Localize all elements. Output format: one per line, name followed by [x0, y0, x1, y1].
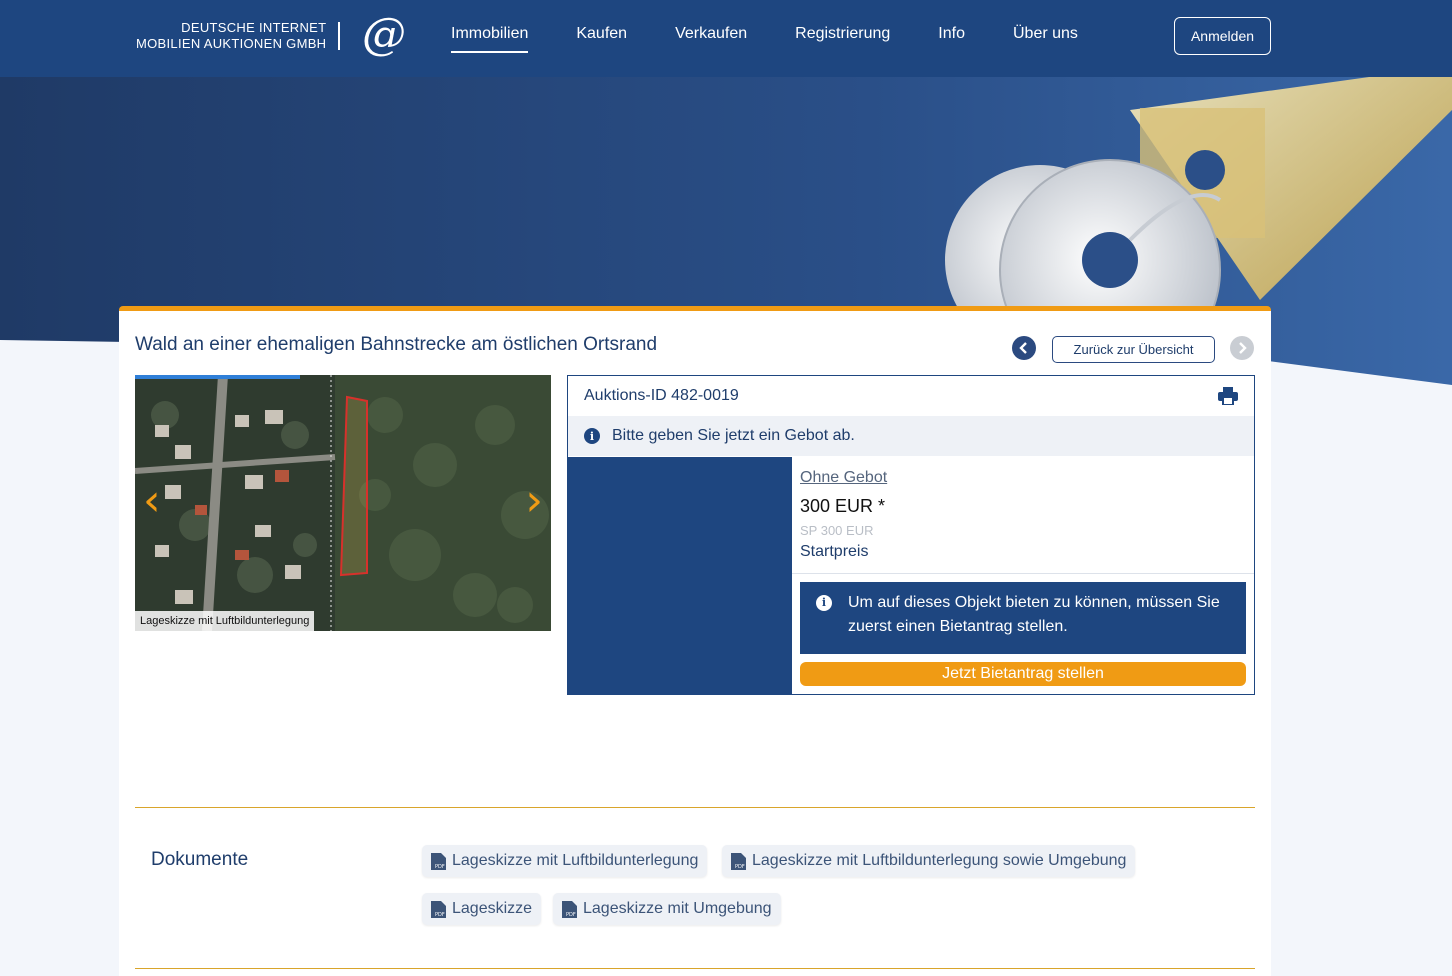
document-link[interactable]: PDF Lageskizze mit Luftbildunterlegung — [422, 845, 708, 877]
logo-divider — [338, 22, 340, 50]
gallery-caption: Lageskizze mit Luftbildunterlegung — [135, 611, 315, 631]
price-area: Ohne Gebot 300 EUR * SP 300 EUR Startpre… — [792, 457, 1254, 695]
document-link[interactable]: PDF Lageskizze mit Luftbildunterlegung s… — [722, 845, 1136, 877]
nav-item-immobilien[interactable]: Immobilien — [451, 25, 529, 53]
bid-status-link[interactable]: Ohne Gebot — [800, 469, 1246, 487]
pdf-file-icon: PDF — [431, 900, 446, 918]
submit-bid-application-button[interactable]: Jetzt Bietantrag stellen — [800, 662, 1246, 686]
bid-hint: i Bitte geben Sie jetzt ein Gebot ab. — [568, 416, 1254, 456]
company-logo[interactable]: DEUTSCHE INTERNET MOBILIEN AUKTIONEN GMB… — [136, 20, 326, 52]
document-label: Lageskizze — [452, 900, 533, 917]
document-label: Lageskizze mit Umgebung — [583, 900, 772, 917]
login-button[interactable]: Anmelden — [1174, 17, 1271, 55]
logo-line-1: DEUTSCHE INTERNET — [181, 20, 327, 35]
gallery-prev-arrow[interactable]: ‹ — [143, 479, 161, 523]
svg-text:PDF: PDF — [435, 912, 445, 918]
nav-item-verkaufen[interactable]: Verkaufen — [675, 25, 747, 53]
pdf-file-icon: PDF — [431, 852, 446, 870]
pdf-file-icon: PDF — [731, 852, 746, 870]
nav-item-registrierung[interactable]: Registrierung — [795, 25, 890, 53]
bid-application-notice: i Um auf dieses Objekt bieten zu können,… — [800, 582, 1246, 654]
top-navbar: DEUTSCHE INTERNET MOBILIEN AUKTIONEN GMB… — [0, 0, 1452, 77]
info-icon: i — [816, 595, 832, 611]
chevron-left-icon — [1019, 342, 1027, 354]
gallery-next-arrow[interactable]: › — [525, 479, 543, 523]
info-icon: i — [584, 428, 600, 444]
previous-listing-button[interactable] — [1012, 336, 1036, 360]
price-divider — [792, 573, 1254, 574]
document-link[interactable]: PDF Lageskizze mit Umgebung — [553, 893, 781, 925]
nav-item-info[interactable]: Info — [938, 25, 965, 53]
pdf-file-icon: PDF — [562, 900, 577, 918]
logo-at-icon: @ — [362, 9, 406, 60]
svg-text:PDF: PDF — [435, 864, 445, 870]
logo-line-2: MOBILIEN AUKTIONEN GMBH — [136, 36, 327, 51]
countdown-area — [568, 457, 792, 695]
auction-panel: Auktions-ID 482-0019 i Bitte geben Sie j… — [567, 375, 1255, 695]
current-price: 300 EUR * — [800, 496, 886, 516]
start-price-small: SP 300 EUR — [800, 523, 874, 538]
image-gallery[interactable]: ‹ › Lageskizze mit Luftbildunterlegung — [135, 375, 551, 631]
next-listing-button[interactable] — [1230, 336, 1254, 360]
svg-text:PDF: PDF — [566, 912, 576, 918]
price-label: Startpreis — [800, 543, 869, 560]
nav-item-ueber-uns[interactable]: Über uns — [1013, 25, 1078, 53]
auction-id: Auktions-ID 482-0019 — [584, 387, 739, 404]
auction-panel-body: Ohne Gebot 300 EUR * SP 300 EUR Startpre… — [568, 457, 1254, 695]
document-label: Lageskizze mit Luftbildunterlegung sowie… — [752, 852, 1127, 869]
back-to-overview-button[interactable]: Zurück zur Übersicht — [1052, 336, 1215, 363]
document-link[interactable]: PDF Lageskizze — [422, 893, 542, 925]
notice-text: Um auf dieses Objekt bieten zu können, m… — [848, 594, 1220, 635]
svg-text:PDF: PDF — [735, 864, 745, 870]
aerial-map-image — [135, 375, 551, 631]
print-icon[interactable] — [1218, 387, 1238, 405]
listing-card: Wald an einer ehemaligen Bahnstrecke am … — [119, 306, 1271, 976]
section-divider — [135, 807, 1255, 808]
listing-title: Wald an einer ehemaligen Bahnstrecke am … — [135, 334, 658, 355]
section-divider — [135, 968, 1255, 969]
gallery-progress-bar — [135, 375, 300, 379]
documents-title: Dokumente — [151, 849, 249, 870]
main-nav: Immobilien Kaufen Verkaufen Registrierun… — [451, 25, 1078, 53]
chevron-right-icon — [1239, 342, 1247, 354]
document-label: Lageskizze mit Luftbildunterlegung — [452, 852, 699, 869]
bid-hint-text: Bitte geben Sie jetzt ein Gebot ab. — [612, 427, 855, 444]
auction-panel-header: Auktions-ID 482-0019 — [568, 376, 1254, 416]
nav-item-kaufen[interactable]: Kaufen — [576, 25, 627, 53]
